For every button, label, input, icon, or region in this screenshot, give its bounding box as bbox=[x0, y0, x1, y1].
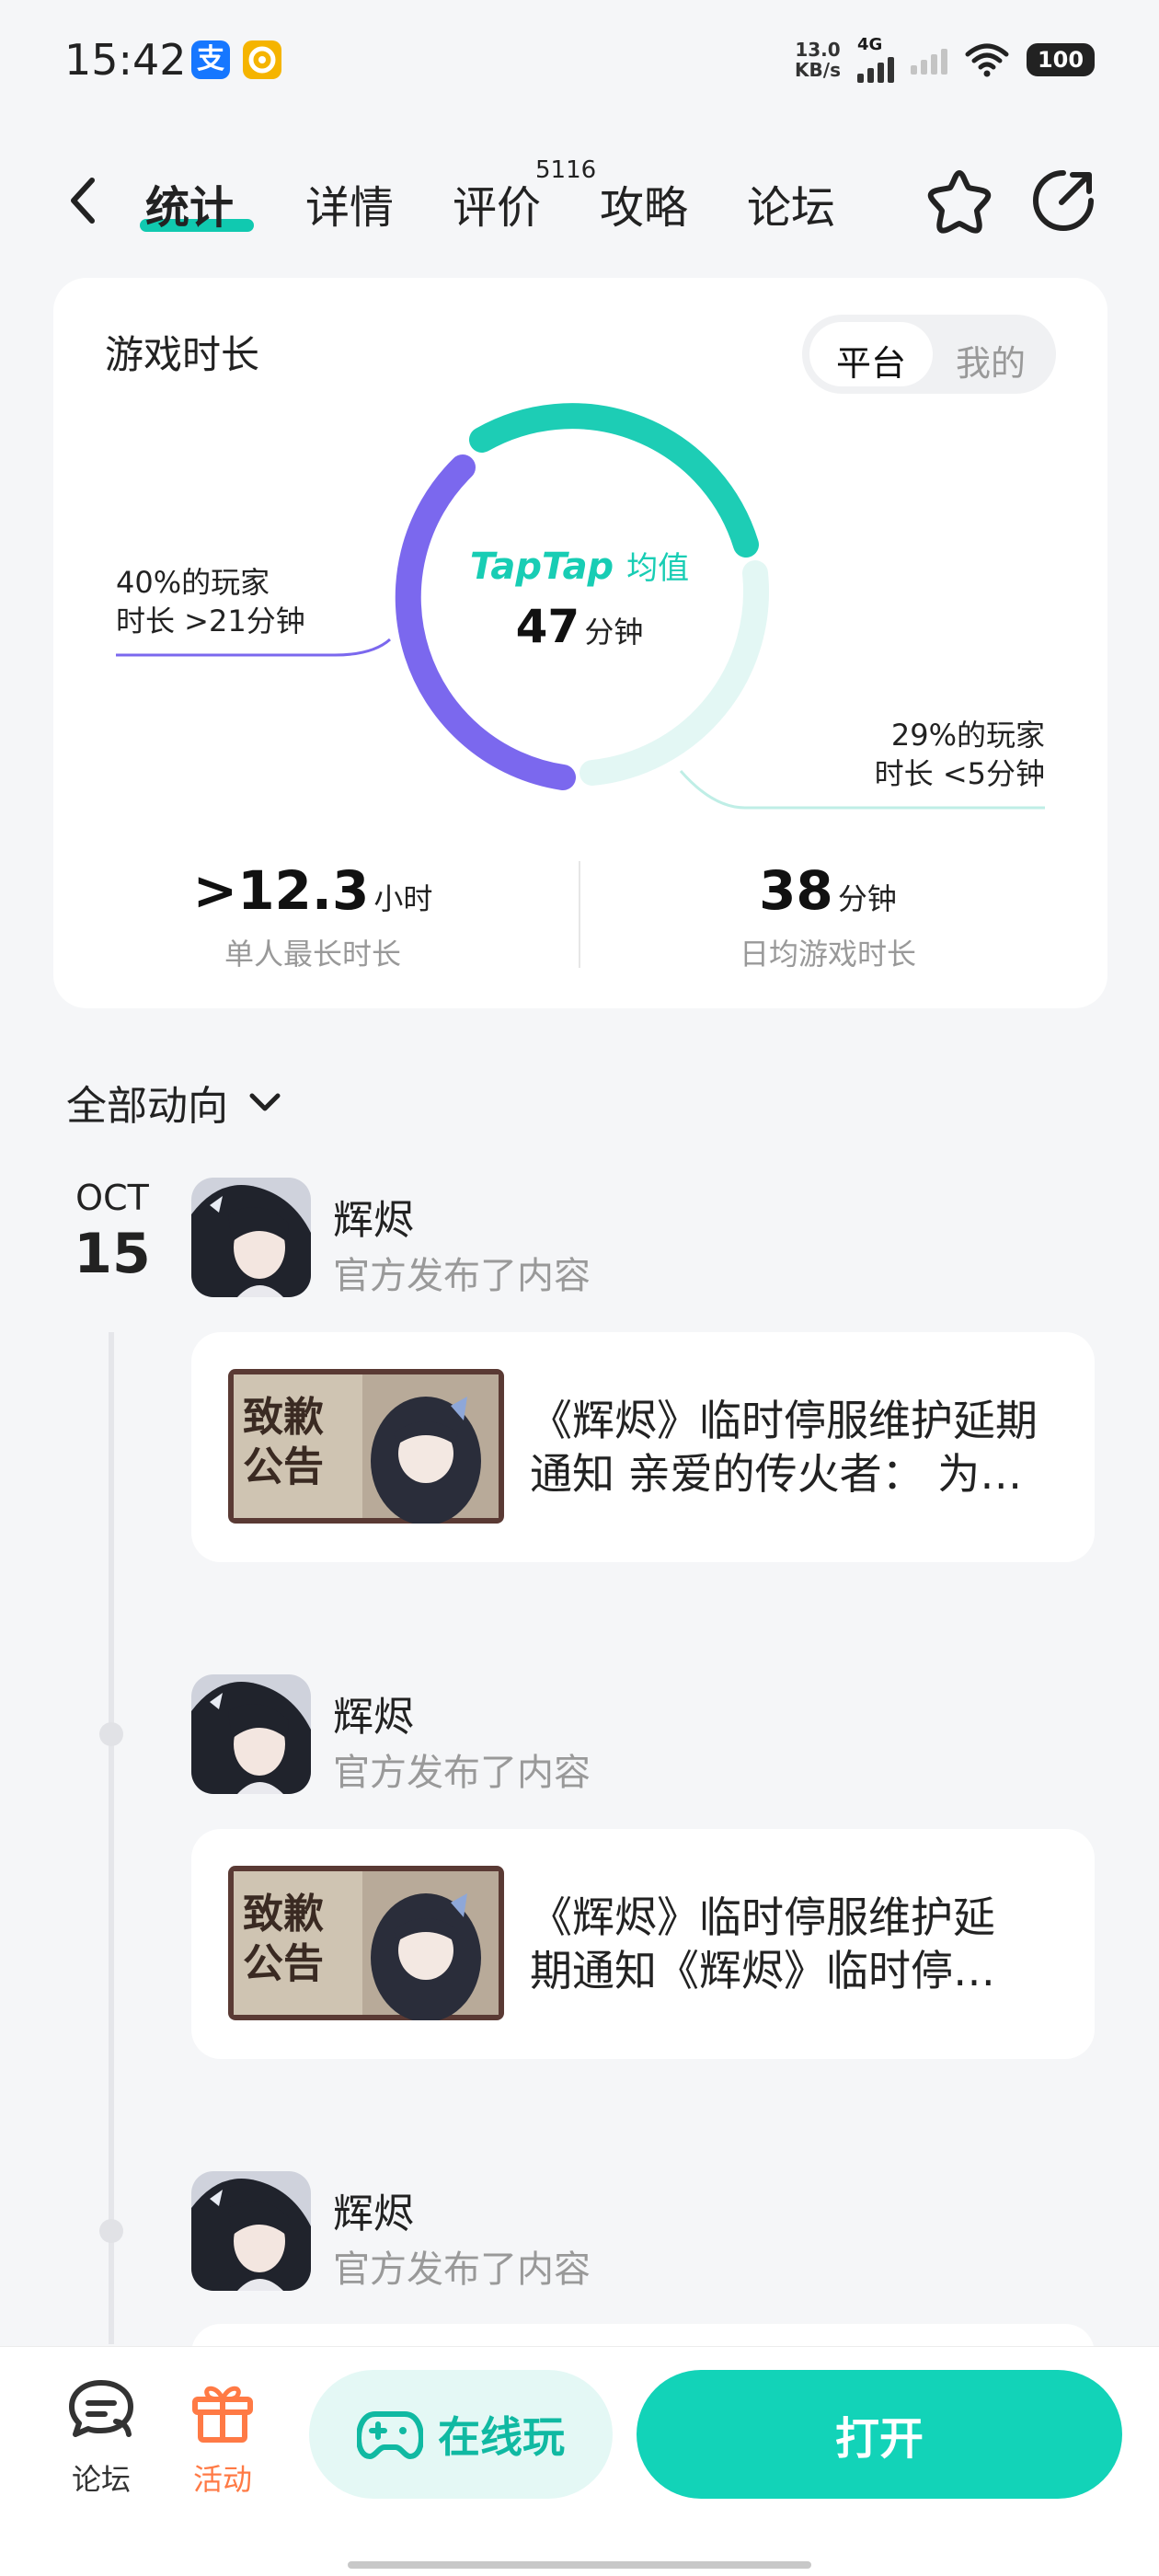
timeline-dot bbox=[99, 2219, 123, 2243]
timeline-dot bbox=[99, 1722, 123, 1746]
left-annotation: 40%的玩家 时长 >21分钟 bbox=[116, 565, 305, 638]
avatar[interactable] bbox=[191, 2171, 311, 2291]
date-day: 15 bbox=[74, 1222, 151, 1286]
left-leader-line bbox=[116, 638, 391, 657]
thumbnail-title: 致歉 公告 bbox=[243, 1394, 324, 1490]
gift-icon[interactable] bbox=[186, 2377, 259, 2444]
home-indicator[interactable] bbox=[348, 2561, 811, 2569]
post-author[interactable]: 辉烬 bbox=[333, 1684, 414, 1742]
avatar[interactable] bbox=[191, 1674, 311, 1794]
chevron-down-icon bbox=[249, 1093, 281, 1111]
max-playtime-value: >12.3 小时 bbox=[192, 859, 433, 922]
post-thumbnail[interactable]: 致歉 公告 bbox=[228, 1369, 504, 1524]
forum-label[interactable]: 论坛 bbox=[46, 2456, 156, 2499]
timeline-line bbox=[109, 1332, 114, 2344]
max-playtime-label: 单人最长时长 bbox=[224, 937, 401, 972]
post-text[interactable]: 《辉烬》临时停服维护延 期通知《辉烬》临时停… bbox=[530, 1891, 1067, 1997]
gamepad-icon bbox=[357, 2411, 423, 2459]
date-month: OCT bbox=[75, 1178, 149, 1218]
stats-divider bbox=[579, 861, 580, 968]
post-subtitle: 官方发布了内容 bbox=[333, 1752, 591, 1794]
daily-playtime-label: 日均游戏时长 bbox=[739, 937, 916, 972]
post-author[interactable]: 辉烬 bbox=[333, 1187, 414, 1246]
donut-segment-average bbox=[469, 403, 759, 558]
post-text[interactable]: 《辉烬》临时停服维护延期 通知 亲爱的传火者： 为… bbox=[530, 1394, 1067, 1501]
post-author[interactable]: 辉烬 bbox=[333, 2180, 414, 2239]
open-button[interactable]: 打开 bbox=[637, 2370, 1122, 2499]
post-subtitle: 官方发布了内容 bbox=[333, 2248, 591, 2291]
forum-icon[interactable] bbox=[64, 2377, 138, 2444]
post-subtitle: 官方发布了内容 bbox=[333, 1255, 591, 1297]
right-annotation: 29%的玩家 时长 <5分钟 bbox=[874, 718, 1045, 791]
avatar[interactable] bbox=[191, 1178, 311, 1297]
average-value: 47 分钟 bbox=[515, 600, 644, 653]
activity-label[interactable]: 活动 bbox=[167, 2456, 278, 2499]
daily-playtime-value: 38 分钟 bbox=[759, 859, 897, 922]
thumbnail-title: 致歉 公告 bbox=[243, 1891, 324, 1987]
feed-filter-dropdown[interactable]: 全部动向 bbox=[66, 1073, 283, 1132]
post-thumbnail[interactable]: 致歉 公告 bbox=[228, 1866, 504, 2020]
taptap-average-label: TapTap 均值 bbox=[469, 546, 690, 588]
play-online-button[interactable]: 在线玩 bbox=[309, 2370, 613, 2499]
